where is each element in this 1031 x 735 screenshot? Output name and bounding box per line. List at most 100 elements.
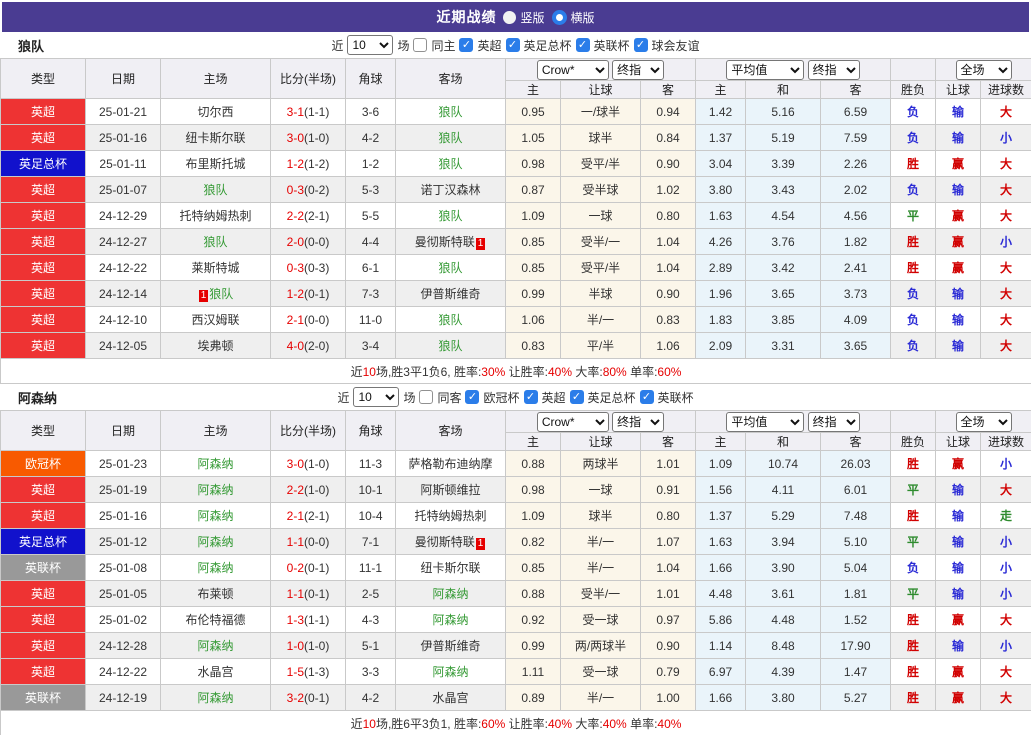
filter-bar: 阿森纳近 10 场同客 ✓ 欧冠杯 ✓ 英超 ✓ 英足总杯 ✓ 英联杯	[0, 384, 1031, 410]
avg-home-odds: 1.37	[695, 124, 746, 151]
league-filter-checkbox[interactable]: ✓	[569, 390, 584, 404]
away-odds: 1.04	[640, 228, 696, 255]
summary-segment: 40%	[548, 716, 573, 731]
summary-segment: 40%	[657, 716, 682, 731]
summary-segment: 大率:	[572, 716, 603, 731]
handicap-line: 两/两球半	[560, 632, 641, 659]
handicap-line: 受平/半	[560, 150, 641, 177]
table-row: 英联杯 25-01-08 阿森纳 0-2(0-1) 11-1 纽卡斯尔联 0.85 半/一 1.…	[0, 554, 1031, 581]
table-row: 英超 25-01-02 布伦特福德 1-3(1-1) 4-3 阿森纳 0.92 受一球 0.97…	[0, 606, 1031, 633]
avg-away-odds: 5.04	[820, 554, 891, 581]
result-scope-select[interactable]: 全场	[955, 59, 1012, 80]
home-team: 布里斯托城	[160, 150, 271, 177]
home-team: 1 狼队	[160, 280, 271, 307]
team-label: 阿森纳	[197, 457, 234, 471]
avg-away-odds: 2.41	[820, 254, 891, 281]
home-odds: 0.83	[505, 332, 561, 359]
result-handicap: 赢	[935, 150, 981, 177]
home-team: 阿森纳	[160, 450, 271, 477]
radio-option-horizontal[interactable]: 横版	[551, 9, 595, 26]
home-team: 阿森纳	[160, 684, 271, 711]
avg-draw-odds: 4.39	[745, 658, 821, 685]
radio-vertical-icon[interactable]	[503, 10, 517, 24]
league-filter-checkbox[interactable]: ✓	[523, 390, 538, 404]
sections-container: 狼队近 10 场同主 ✓ 英超 ✓ 英足总杯 ✓ 英联杯 ✓ 球会友谊 类型 日期 主场 比分(半场) 角球客…	[0, 32, 1031, 735]
score: 0-3(0-3)	[270, 254, 346, 281]
result-handicap: 赢	[935, 606, 981, 633]
result-outcome: 负	[890, 280, 936, 307]
match-count-select[interactable]: 10	[347, 35, 394, 55]
odds-group-header: Crow* 终指	[505, 410, 696, 433]
summary-text: 近10场,胜6平3负1, 胜率:60% 让胜率:40% 大率:40% 单率:40…	[0, 710, 1031, 735]
corner-score: 6-1	[345, 254, 396, 281]
avg-draw-odds: 5.19	[745, 124, 821, 151]
table-row: 英超 25-01-21 切尔西 3-1(1-1) 3-6 狼队 0.95 一/球半 0.94 1.…	[0, 98, 1031, 125]
radio-horizontal-icon[interactable]	[551, 9, 567, 25]
league-badge: 英联杯	[0, 684, 86, 711]
result-goals: 大	[980, 150, 1031, 177]
sub-col-header: 客	[820, 80, 891, 99]
home-team: 水晶宫	[160, 658, 271, 685]
odds-stage-select[interactable]: 终指	[612, 59, 665, 80]
same-venue-checkbox[interactable]	[413, 38, 428, 52]
radio-option-vertical[interactable]: 竖版	[503, 9, 545, 26]
odds-source-select[interactable]: Crow*	[536, 411, 609, 432]
avg-stage-select[interactable]: 终指	[807, 59, 860, 80]
halftime-score: (0-2)	[304, 182, 330, 197]
halftime-score: (0-0)	[304, 534, 330, 549]
away-team: 狼队	[395, 332, 506, 359]
result-goals: 大	[980, 98, 1031, 125]
league-badge: 英超	[0, 502, 86, 529]
avg-away-odds: 4.56	[820, 202, 891, 229]
odds-source-select[interactable]: Crow*	[536, 59, 609, 80]
avg-stage-select[interactable]: 终指	[807, 411, 860, 432]
sub-col-header: 和	[745, 80, 821, 99]
avg-source-select[interactable]: 平均值	[726, 411, 805, 432]
same-venue-checkbox[interactable]	[419, 390, 434, 404]
same-venue-label: 同主	[431, 38, 456, 53]
result-handicap: 输	[935, 554, 981, 581]
match-count-select[interactable]: 10	[353, 387, 400, 407]
avg-source-select[interactable]: 平均值	[726, 59, 805, 80]
result-handicap: 赢	[935, 254, 981, 281]
result-scope-select[interactable]: 全场	[955, 411, 1012, 432]
result-outcome: 负	[890, 98, 936, 125]
team-label: 狼队	[438, 261, 463, 275]
result-outcome: 胜	[890, 684, 936, 711]
table-row: 英超 24-12-14 1 狼队 1-2(0-1) 7-3 伊普斯维奇 0.99 半球 0.90 1…	[0, 280, 1031, 307]
avg-away-odds: 4.09	[820, 306, 891, 333]
avg-home-odds: 3.80	[695, 176, 746, 203]
team-label: 阿森纳	[432, 587, 469, 601]
result-goals: 小	[980, 554, 1031, 581]
league-filter-checkbox[interactable]: ✓	[639, 390, 654, 404]
summary-segment: 单率:	[626, 364, 658, 379]
summary-row: 近10场,胜6平3负1, 胜率:60% 让胜率:40% 大率:40% 单率:40…	[0, 710, 1031, 735]
avg-away-odds: 2.26	[820, 150, 891, 177]
odds-stage-select[interactable]: 终指	[612, 411, 665, 432]
league-filter-checkbox[interactable]: ✓	[459, 38, 474, 52]
fulltime-score: 4-0	[286, 338, 304, 353]
avg-away-odds: 5.10	[820, 528, 891, 555]
result-handicap: 输	[935, 476, 981, 503]
summary-segment: 10	[362, 364, 376, 379]
handicap-line: 半/一	[560, 306, 641, 333]
table-row: 英超 25-01-05 布莱顿 1-1(0-1) 2-5 阿森纳 0.88 受半/一 1.01 4…	[0, 580, 1031, 607]
handicap-line: 球半	[560, 124, 641, 151]
home-team: 阿森纳	[160, 502, 271, 529]
results-table: 类型 日期 主场 比分(半场) 角球 客场 Crow* 终指 平均值 终指 全场主让球客主和客胜…	[0, 58, 1031, 384]
away-team: 伊普斯维奇	[395, 632, 506, 659]
result-outcome: 胜	[890, 606, 936, 633]
result-handicap: 输	[935, 124, 981, 151]
fulltime-score: 2-2	[286, 482, 304, 497]
league-filter-checkbox[interactable]: ✓	[465, 390, 480, 404]
team-label: 曼彻斯特联	[414, 535, 475, 549]
league-filter-checkbox[interactable]: ✓	[633, 38, 648, 52]
corner-score: 11-0	[345, 306, 396, 333]
league-filter-checkbox[interactable]: ✓	[575, 38, 590, 52]
league-filter-checkbox[interactable]: ✓	[505, 38, 520, 52]
result-outcome: 平	[890, 580, 936, 607]
summary-text: 近10场,胜3平1负6, 胜率:30% 让胜率:40% 大率:80% 单率:60…	[0, 358, 1031, 384]
result-group-spacer	[890, 58, 936, 81]
sub-col-header: 让球	[935, 432, 981, 451]
col-header: 角球	[345, 410, 396, 451]
